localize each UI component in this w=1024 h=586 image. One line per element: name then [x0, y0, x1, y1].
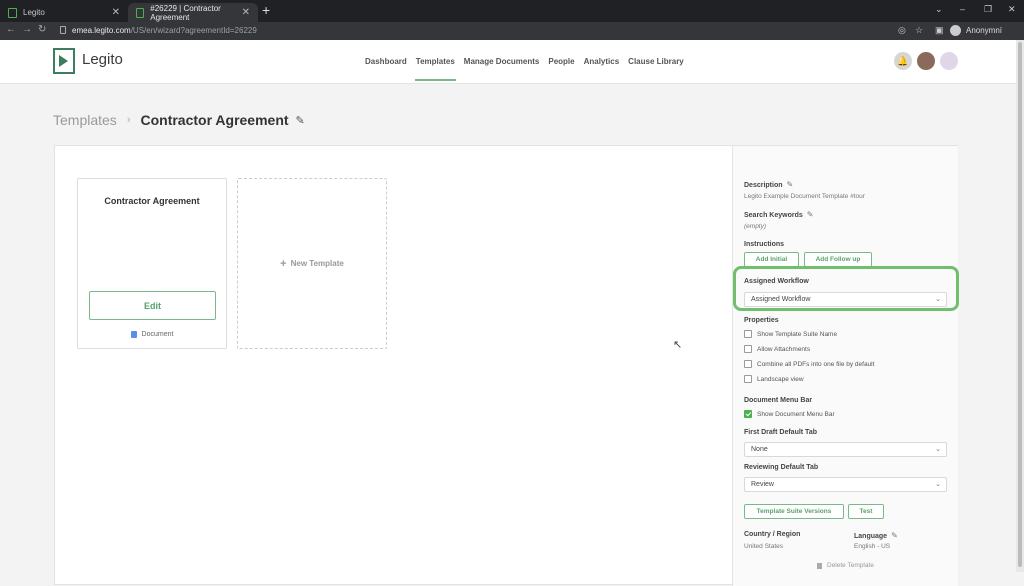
edit-description-pencil-icon[interactable]: ✎: [787, 180, 794, 189]
instructions-label: Instructions: [744, 241, 785, 248]
chevron-down-icon: ⌄: [935, 481, 941, 488]
edit-button[interactable]: Edit: [89, 291, 216, 320]
profile-button[interactable]: Anonymní: [950, 25, 1002, 36]
forward-icon[interactable]: →: [22, 24, 32, 35]
reviewing-default-tab-select[interactable]: Review ⌄: [744, 477, 947, 492]
browser-tab-label: #26229 | Contractor Agreement: [150, 3, 221, 22]
checkbox-checked[interactable]: [744, 410, 752, 418]
tab-search-icon[interactable]: ⌄: [935, 4, 943, 15]
main-nav: Dashboard Templates Manage Documents Peo…: [365, 57, 693, 81]
browser-tab-agreement[interactable]: #26229 | Contractor Agreement ✕: [128, 3, 258, 22]
nav-analytics[interactable]: Analytics: [584, 57, 620, 66]
edit-language-pencil-icon[interactable]: ✎: [891, 531, 898, 540]
document-icon: [130, 331, 137, 338]
document-link[interactable]: Document: [78, 331, 226, 338]
side-panel-icon[interactable]: ▣: [935, 25, 944, 36]
country-region-value: United States: [744, 543, 784, 550]
close-window-icon[interactable]: ✕: [1008, 4, 1016, 15]
country-region-label: Country / Region: [744, 531, 801, 538]
star-icon[interactable]: ☆: [915, 25, 923, 36]
page-scrollbar[interactable]: [1016, 40, 1024, 572]
mouse-cursor-icon: ↖: [673, 339, 683, 351]
back-icon[interactable]: ←: [6, 24, 16, 35]
profile-avatar-icon: [950, 25, 961, 36]
edit-title-pencil-icon[interactable]: ✎: [296, 114, 305, 127]
close-tab-icon[interactable]: ✕: [242, 7, 250, 18]
first-draft-default-tab-label: First Draft Default Tab: [744, 429, 817, 436]
nav-dashboard[interactable]: Dashboard: [365, 57, 407, 66]
document-menu-bar-label: Document Menu Bar: [744, 397, 813, 404]
template-settings-sidebar: Description ✎ Legito Example Document Tem…: [732, 146, 958, 586]
page-title: Contractor Agreement: [140, 112, 289, 128]
checkbox[interactable]: [744, 375, 752, 383]
minimize-icon[interactable]: –: [960, 4, 965, 14]
reviewing-default-tab-label: Reviewing Default Tab: [744, 464, 819, 471]
legito-favicon-icon: [8, 7, 17, 18]
add-initial-button[interactable]: Add Initial: [744, 252, 799, 267]
browser-tab-label: Legito: [23, 8, 45, 17]
lock-icon: [60, 26, 66, 34]
properties-label: Properties: [744, 317, 779, 324]
chevron-right-icon: ›: [126, 114, 131, 126]
property-allow-attachments[interactable]: Allow Attachments: [744, 345, 810, 353]
checkbox[interactable]: [744, 360, 752, 368]
template-suite-versions-button[interactable]: Template Suite Versions: [744, 504, 844, 519]
search-keywords-label: Search Keywords ✎: [744, 210, 814, 219]
app-header: Legito Dashboard Templates Manage Docume…: [0, 40, 1016, 84]
url-field[interactable]: emea.legito.com/US/en/wizard?agreementId…: [72, 26, 257, 35]
checkbox[interactable]: [744, 345, 752, 353]
trash-icon: [817, 562, 822, 569]
first-draft-default-tab-select[interactable]: None ⌄: [744, 442, 947, 457]
language-label: Language ✎: [854, 531, 898, 540]
workflow-highlight-annotation: [733, 266, 959, 311]
template-card-title: Contractor Agreement: [104, 196, 200, 206]
eye-off-icon[interactable]: ◎: [898, 25, 906, 36]
template-panel: Contractor Agreement Edit Document + New…: [54, 145, 958, 586]
template-card: Contractor Agreement Edit Document: [77, 178, 227, 349]
language-value: English - US: [854, 543, 891, 550]
brand-name[interactable]: Legito: [82, 51, 123, 68]
nav-manage-documents[interactable]: Manage Documents: [464, 57, 540, 66]
legito-logo-icon[interactable]: [53, 48, 75, 74]
nav-templates[interactable]: Templates: [414, 57, 456, 81]
breadcrumb: Templates › Contractor Agreement ✎: [53, 112, 305, 128]
new-tab-button[interactable]: +: [262, 2, 270, 18]
notifications-bell-icon[interactable]: 🔔: [894, 52, 912, 70]
user-avatar[interactable]: [917, 52, 935, 70]
chevron-down-icon: ⌄: [935, 446, 941, 453]
delete-template-button[interactable]: Delete Template: [817, 562, 874, 569]
legito-favicon-icon: [136, 7, 145, 18]
checkbox[interactable]: [744, 330, 752, 338]
nav-people[interactable]: People: [548, 57, 574, 66]
plus-icon: +: [280, 257, 287, 270]
nav-clause-library[interactable]: Clause Library: [628, 57, 684, 66]
browser-tab-legito[interactable]: Legito ✕: [0, 3, 128, 22]
restore-icon[interactable]: ❐: [984, 4, 992, 15]
reload-icon[interactable]: ↻: [38, 24, 46, 35]
browser-address-bar: ← → ↻ emea.legito.com/US/en/wizard?agree…: [0, 22, 1024, 40]
description-value: Legito Example Document Template #tour: [744, 193, 865, 200]
search-keywords-value: (empty): [744, 223, 767, 230]
property-landscape-view[interactable]: Landscape view: [744, 375, 804, 383]
property-show-template-suite-name[interactable]: Show Template Suite Name: [744, 330, 837, 338]
edit-keywords-pencil-icon[interactable]: ✎: [807, 210, 814, 219]
new-template-button[interactable]: + New Template: [237, 178, 387, 349]
description-label: Description ✎: [744, 180, 794, 189]
browser-tab-bar: Legito ✕ #26229 | Contractor Agreement ✕…: [0, 0, 1024, 22]
breadcrumb-templates[interactable]: Templates: [53, 112, 117, 128]
property-combine-pdfs[interactable]: Combine all PDFs into one file by defaul…: [744, 360, 874, 368]
test-button[interactable]: Test: [848, 504, 884, 519]
close-tab-icon[interactable]: ✕: [112, 7, 120, 18]
language-flag-icon[interactable]: [940, 52, 958, 70]
add-follow-up-button[interactable]: Add Follow up: [804, 252, 872, 267]
show-document-menu-bar-option[interactable]: Show Document Menu Bar: [744, 410, 835, 418]
